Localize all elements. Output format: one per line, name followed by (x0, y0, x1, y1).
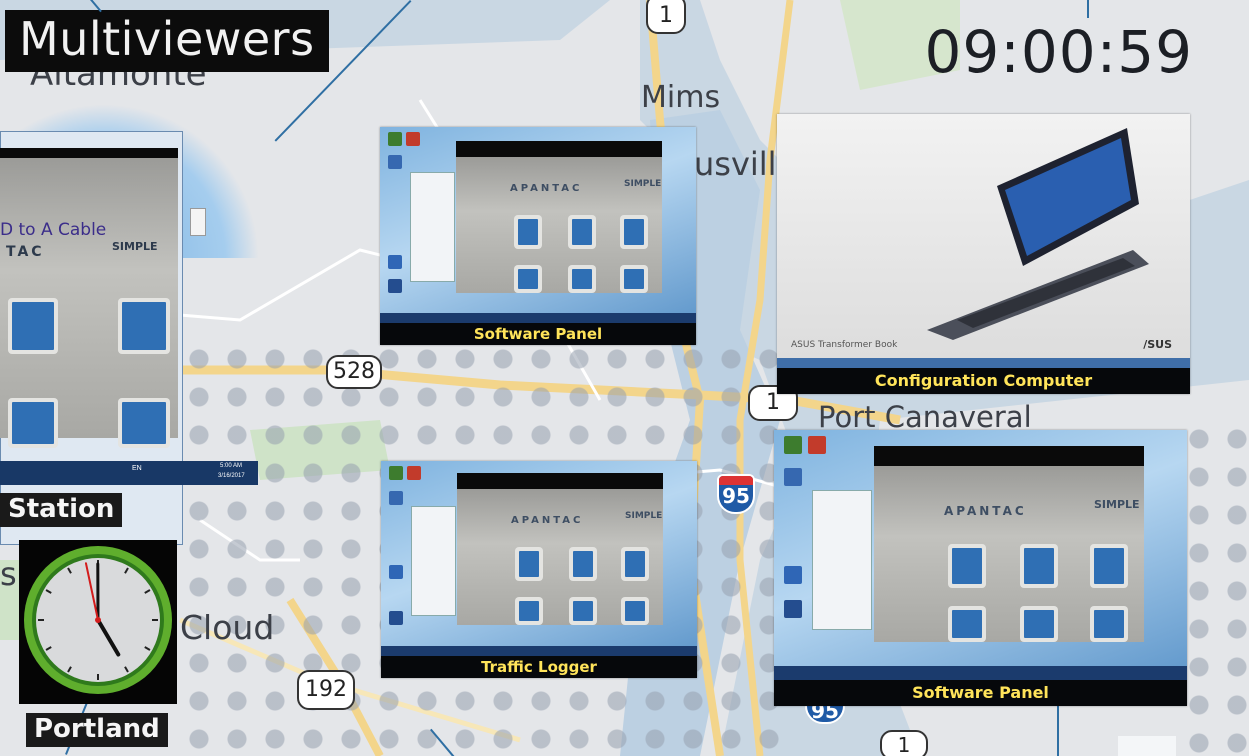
hardware-button (515, 547, 543, 581)
taskbar (380, 313, 696, 323)
hardware-button (620, 265, 648, 293)
map-label-cloud: Cloud (180, 608, 275, 647)
callout-line (1057, 706, 1059, 756)
map-label-mims: Mims (641, 80, 721, 115)
map-label-titusville: usvill (694, 145, 777, 183)
panel-logo: APANTAC (511, 515, 584, 526)
start-menu (411, 506, 456, 616)
hardware-button (620, 215, 648, 249)
digital-clock: 09:00:59 (924, 18, 1193, 86)
camera-video-feed: APANTAC SIMPLE (874, 446, 1144, 642)
hardware-button (948, 606, 986, 642)
taskbar (777, 358, 1190, 368)
hardware-button (1090, 544, 1128, 588)
hardware-button (1020, 544, 1058, 588)
taskbar (381, 646, 697, 656)
hardware-button (1020, 606, 1058, 642)
tray-language: EN (132, 465, 142, 472)
hardware-button (569, 597, 597, 625)
desktop-icon (406, 132, 420, 146)
taskbar: EN 5:00 AM 3/16/2017 (0, 461, 258, 485)
camera-video-feed: D to A Cable TAC SIMPLE (0, 148, 178, 448)
side-window-button (190, 208, 206, 236)
hardware-button (515, 597, 543, 625)
product-caption: ASUS Transformer Book (791, 340, 898, 350)
city-label-portland: Portland (26, 713, 168, 747)
desktop-icon (389, 466, 403, 480)
panel-logo: APANTAC (510, 183, 583, 194)
hardware-button (8, 398, 58, 448)
desktop-icon (388, 255, 402, 269)
hardware-button (1090, 606, 1128, 642)
analog-clock (19, 540, 177, 704)
panel-logo: APANTAC (944, 504, 1027, 518)
panel-logo-secondary: SIMPLE (112, 240, 158, 253)
tile-caption: Traffic Logger (381, 656, 697, 678)
route-shield-528: 528 (326, 355, 382, 389)
multiviewer-tile-software-panel-bottom[interactable]: APANTAC SIMPLE Software Panel (774, 430, 1187, 706)
hardware-button (568, 215, 596, 249)
station-label: Station (0, 493, 123, 527)
map-label-port-canaveral: Port Canaveral (818, 400, 1032, 434)
desktop-icon (389, 565, 403, 579)
desktop-icon (388, 279, 402, 293)
callout-line (1087, 0, 1089, 18)
route-shield-us1: 1 (646, 0, 686, 34)
multiviewer-tile-traffic-logger[interactable]: APANTAC SIMPLE Traffic Logger (381, 461, 697, 678)
overlay-text: D to A Cable (0, 220, 107, 240)
brand-logo: /SUS (1143, 338, 1172, 351)
multiviewer-tile-configuration-computer[interactable]: ASUS Transformer Book /SUS Configuration… (777, 114, 1190, 394)
hardware-button (621, 547, 649, 581)
map-label-fragment: s (0, 555, 17, 593)
multiviewer-tile-software-panel-top[interactable]: APANTAC SIMPLE Software Panel (380, 127, 696, 345)
start-menu (410, 172, 455, 282)
panel-logo-secondary: SIMPLE (624, 179, 662, 189)
hardware-button (948, 544, 986, 588)
interstate-95-shield: 95 (717, 474, 755, 514)
desktop-icon (784, 468, 802, 486)
panel-logo-secondary: SIMPLE (1094, 498, 1140, 511)
desktop-icon (389, 491, 403, 505)
analog-clock-face (24, 546, 172, 694)
camera-video-feed: APANTAC SIMPLE (456, 141, 662, 293)
tray-date: 3/16/2017 (218, 473, 245, 479)
hardware-button (568, 265, 596, 293)
tray-time: 5:00 AM (220, 463, 243, 469)
page-title: Multiviewers (5, 10, 329, 72)
hardware-button (8, 298, 58, 354)
taskbar (774, 666, 1187, 680)
desktop-icon (388, 132, 402, 146)
tile-caption: Software Panel (774, 680, 1187, 706)
panel-logo: TAC (6, 244, 45, 260)
desktop-icon (808, 436, 826, 454)
desktop-icon (784, 600, 802, 618)
hardware-button (118, 298, 170, 354)
start-menu (812, 490, 872, 630)
tile-caption: Software Panel (380, 323, 696, 345)
screen-edge-highlight (1118, 736, 1176, 756)
panel-logo-secondary: SIMPLE (625, 511, 663, 521)
desktop-icon (389, 611, 403, 625)
multiviewer-tile-left[interactable]: D to A Cable TAC SIMPLE EN 5:00 AM 3/16/… (0, 103, 260, 545)
hardware-button (514, 265, 542, 293)
hardware-button (569, 547, 597, 581)
route-shield-192: 192 (297, 670, 355, 710)
route-shield-us1: 1 (880, 730, 928, 756)
hardware-button (621, 597, 649, 625)
camera-video-feed: APANTAC SIMPLE (457, 473, 663, 625)
desktop-icon (784, 436, 802, 454)
desktop-icon (388, 155, 402, 169)
desktop-icon (407, 466, 421, 480)
desktop-icon (784, 566, 802, 584)
hardware-button (118, 398, 170, 448)
laptop-product-image (927, 128, 1149, 340)
tile-caption: Configuration Computer (777, 368, 1190, 394)
hardware-button (514, 215, 542, 249)
map-dot-overlay (1180, 420, 1249, 756)
